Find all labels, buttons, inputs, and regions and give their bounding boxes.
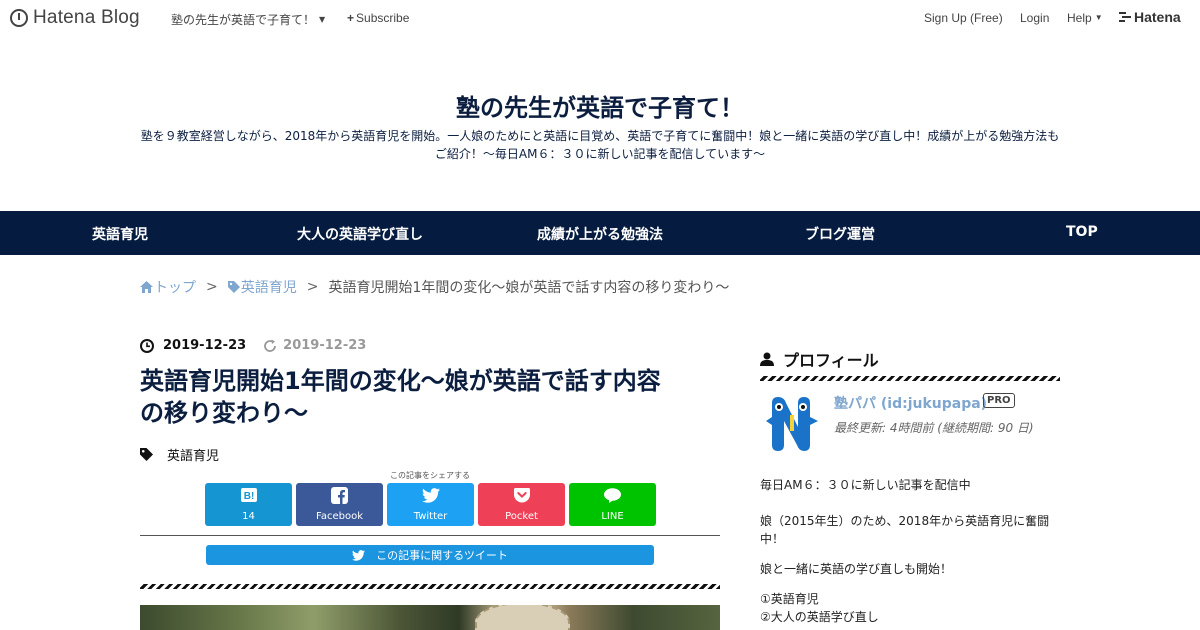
blog-description-line: 塾を９教室経営しながら、2018年から英語育児を開始。一人娘のためにと英語に目覚… bbox=[140, 129, 1060, 143]
hatena-logo[interactable]: Hatena bbox=[1119, 9, 1181, 25]
clock-icon bbox=[140, 338, 154, 353]
twitter-bird-icon bbox=[387, 486, 474, 504]
hatena-bookmark-icon: B! bbox=[205, 486, 292, 504]
letter-n-mascot-icon bbox=[766, 397, 818, 451]
straw-hat-shape bbox=[475, 605, 570, 630]
share-twitter-button[interactable]: Twitter bbox=[387, 483, 474, 526]
profile-last-update: 最終更新: 4時間前 (継続期間: 90 日) bbox=[834, 421, 1034, 435]
nav-item-top[interactable]: TOP bbox=[1066, 224, 1098, 240]
hatena-blog-mark-icon bbox=[10, 9, 28, 27]
twitter-bird-icon bbox=[352, 549, 366, 561]
share-label: 14 bbox=[242, 511, 255, 522]
profile-bio-line: 娘（2015年生）のため、2018年から英語育児に奮闘 bbox=[760, 514, 1050, 528]
nav-item-blog-management[interactable]: ブログ運営 bbox=[805, 224, 875, 244]
login-link[interactable]: Login bbox=[1020, 11, 1049, 25]
breadcrumb-current: 英語育児開始1年間の変化～娘が英語で話す内容の移り変わり～ bbox=[328, 280, 730, 296]
pro-badge: PRO bbox=[983, 393, 1015, 408]
share-line-button[interactable]: LINE bbox=[569, 483, 656, 526]
tag-icon bbox=[140, 448, 153, 461]
breadcrumb-home[interactable]: トップ bbox=[140, 277, 196, 297]
hatena-lines-icon bbox=[1119, 11, 1131, 23]
blog-description-line: ご紹介！～毎日AM６：３０に新しい記事を配信しています～ bbox=[434, 147, 766, 161]
article-date[interactable]: 2019-12-23 bbox=[163, 338, 246, 353]
article-title-line: 英語育児開始1年間の変化～娘が英語で話す内容 bbox=[140, 367, 661, 395]
profile-avatar[interactable] bbox=[764, 393, 820, 453]
divider bbox=[140, 535, 720, 536]
profile-list-item: ②大人の英語学び直し bbox=[760, 610, 879, 624]
dashed-divider bbox=[760, 376, 1060, 381]
caret-down-icon: ▼ bbox=[1094, 13, 1103, 22]
home-icon bbox=[140, 281, 153, 293]
article-title[interactable]: 英語育児開始1年間の変化～娘が英語で話す内容 の移り変わり～ bbox=[140, 365, 720, 429]
signup-link[interactable]: Sign Up (Free) bbox=[924, 11, 1003, 25]
help-label: Help bbox=[1067, 11, 1092, 25]
share-hatena-bookmark-button[interactable]: B! 14 bbox=[205, 483, 292, 526]
share-caption: この記事をシェアする bbox=[390, 471, 470, 480]
hatena-top-bar: Hatena Blog 塾の先生が英語で子育て！ ▼ + Subscribe Sig… bbox=[0, 0, 1200, 36]
subscribe-label: Subscribe bbox=[356, 11, 410, 25]
article-category-link[interactable]: 英語育児 bbox=[167, 445, 219, 464]
refresh-icon bbox=[264, 339, 277, 352]
article-updated-date: 2019-12-23 bbox=[283, 338, 367, 353]
related-tweets-button[interactable]: この記事に関するツイート bbox=[206, 545, 654, 565]
tag-icon bbox=[227, 281, 240, 293]
subscribe-button[interactable]: + Subscribe bbox=[347, 11, 409, 25]
breadcrumb-category[interactable]: 英語育児 bbox=[227, 277, 297, 297]
share-label: LINE bbox=[601, 511, 624, 522]
help-dropdown[interactable]: Help ▼ bbox=[1067, 11, 1103, 25]
nav-item-eigo-ikuji[interactable]: 英語育児 bbox=[92, 224, 148, 244]
nav-item-adult-english[interactable]: 大人の英語学び直し bbox=[297, 224, 423, 244]
hatena-blog-logo[interactable]: Hatena Blog bbox=[10, 7, 140, 29]
blog-dropdown-label: 塾の先生が英語で子育て！ bbox=[171, 13, 316, 27]
profile-bio: 娘と一緒に英語の学び直しも開始！ bbox=[760, 562, 953, 576]
profile-heading-label: プロフィール bbox=[783, 351, 879, 370]
share-label: Facebook bbox=[316, 511, 363, 522]
line-chat-icon bbox=[569, 486, 656, 504]
svg-text:B!: B! bbox=[243, 491, 254, 502]
article-title-line: の移り変わり～ bbox=[140, 399, 308, 427]
breadcrumb-separator: > bbox=[206, 279, 218, 295]
breadcrumb-separator: > bbox=[306, 279, 319, 295]
blog-dropdown[interactable]: 塾の先生が英語で子育て！ ▼ bbox=[171, 11, 325, 28]
profile-heading: プロフィール bbox=[760, 347, 879, 371]
pocket-icon bbox=[478, 486, 565, 504]
article-eyecatch-image bbox=[140, 605, 720, 630]
dashed-divider bbox=[140, 584, 720, 589]
profile-name-link[interactable]: 塾パパ (id:jukupapa) bbox=[834, 393, 987, 413]
user-icon bbox=[760, 352, 774, 366]
global-nav: 英語育児 大人の英語学び直し 成績が上がる勉強法 ブログ運営 TOP bbox=[0, 211, 1200, 255]
facebook-icon bbox=[296, 486, 383, 504]
caret-down-icon: ▼ bbox=[319, 15, 326, 24]
share-facebook-button[interactable]: Facebook bbox=[296, 483, 383, 526]
plus-icon: + bbox=[347, 11, 355, 25]
hatena-name: Hatena bbox=[1134, 9, 1181, 25]
article-categories: 英語育児 bbox=[140, 445, 219, 464]
share-pocket-button[interactable]: Pocket bbox=[478, 483, 565, 526]
breadcrumb-category-label: 英語育児 bbox=[240, 280, 297, 296]
profile-bio: 毎日AM６：３０に新しい記事を配信中 bbox=[760, 478, 971, 492]
breadcrumb-home-label: トップ bbox=[154, 280, 196, 296]
breadcrumb: トップ > 英語育児 > 英語育児開始1年間の変化～娘が英語で話す内容の移り変わ… bbox=[140, 277, 729, 297]
share-label: Pocket bbox=[505, 511, 538, 522]
related-tweets-label: この記事に関するツイート bbox=[376, 549, 508, 562]
blog-title[interactable]: 塾の先生が英語で子育て！ bbox=[0, 88, 1200, 123]
profile-bio-line: 中！ bbox=[760, 532, 785, 546]
article-meta: 2019-12-23 2019-12-23 bbox=[140, 338, 366, 353]
blog-description: 塾を９教室経営しながら、2018年から英語育児を開始。一人娘のためにと英語に目覚… bbox=[100, 127, 1100, 163]
brand-name: Hatena Blog bbox=[33, 7, 140, 28]
profile-list-item: ①英語育児 bbox=[760, 592, 819, 606]
nav-item-study-method[interactable]: 成績が上がる勉強法 bbox=[537, 224, 663, 244]
share-label: Twitter bbox=[413, 511, 448, 522]
profile-bio: 娘（2015年生）のため、2018年から英語育児に奮闘 中！ bbox=[760, 512, 1060, 548]
